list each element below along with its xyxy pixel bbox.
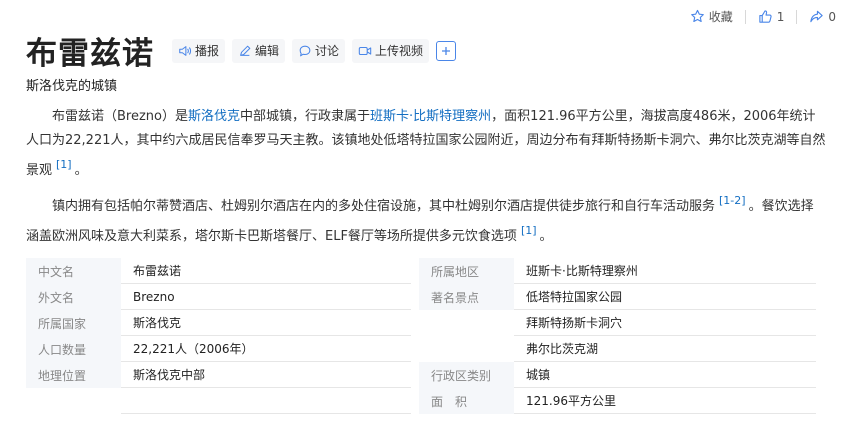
summary-paragraph-1: 布雷兹诺（Brezno）是斯洛伐克中部城镇，行政隶属于班斯卡·比斯特理察州，面积… <box>26 105 826 183</box>
info-row: 地理位置 斯洛伐克中部 行政区类别 城镇 <box>26 362 816 388</box>
info-value: 拜斯特扬斯卡洞穴 <box>514 310 816 336</box>
info-value: 斯洛伐克 <box>121 310 411 336</box>
info-value-empty <box>121 388 411 414</box>
info-label: 地理位置 <box>26 362 121 388</box>
video-camera-icon <box>358 46 372 55</box>
info-label <box>419 310 514 336</box>
paragraph-text: 中部城镇，行政隶属于 <box>240 109 371 124</box>
reference-link[interactable]: [1] <box>521 224 537 237</box>
info-value: 布雷兹诺 <box>121 258 411 284</box>
info-label: 面 积 <box>419 388 514 414</box>
info-label-empty <box>26 388 121 414</box>
basic-info-table: 中文名 布雷兹诺 所属地区 班斯卡·比斯特理察州 外文名 Brezno 著名景点… <box>26 258 816 414</box>
info-value: 121.96平方公里 <box>514 388 816 414</box>
summary-paragraph-2: 镇内拥有包括帕尔蒂赞酒店、杜姆别尔酒店在内的多处住宿设施，其中杜姆别尔酒店提供徒… <box>26 189 826 249</box>
like-count: 1 <box>776 9 785 24</box>
info-label <box>419 336 514 362</box>
collect-label: 收藏 <box>708 10 733 24</box>
like-button[interactable]: 1 <box>758 9 785 24</box>
upload-video-label: 上传视频 <box>375 44 424 58</box>
info-value: Brezno <box>121 284 411 310</box>
slovakia-link[interactable]: 斯洛伐克 <box>188 109 240 124</box>
info-value: 城镇 <box>514 362 816 388</box>
reference-link[interactable]: [1-2] <box>719 194 746 207</box>
pencil-icon <box>240 45 251 56</box>
add-button[interactable] <box>436 40 457 61</box>
page-subtitle: 斯洛伐克的城镇 <box>26 79 118 94</box>
info-row: 所属国家 斯洛伐克 拜斯特扬斯卡洞穴 <box>26 310 816 336</box>
info-value: 22,221人（2006年） <box>121 336 411 362</box>
info-row: 外文名 Brezno 著名景点 低塔特拉国家公园 <box>26 284 816 310</box>
info-label: 著名景点 <box>419 284 514 310</box>
speaker-icon <box>179 45 192 56</box>
info-row: 中文名 布雷兹诺 所属地区 班斯卡·比斯特理察州 <box>26 258 816 284</box>
edit-label: 编辑 <box>255 44 280 58</box>
upload-video-button[interactable]: 上传视频 <box>352 38 430 63</box>
share-count: 0 <box>828 9 836 24</box>
info-label: 人口数量 <box>26 336 121 362</box>
info-value: 班斯卡·比斯特理察州 <box>514 258 816 284</box>
paragraph-text: 。 <box>74 163 88 178</box>
share-icon <box>810 10 824 23</box>
discuss-label: 讨论 <box>315 44 340 58</box>
star-icon <box>690 9 704 23</box>
plus-icon <box>442 46 451 55</box>
info-label: 所属国家 <box>26 310 121 336</box>
info-label: 外文名 <box>26 284 121 310</box>
info-label: 中文名 <box>26 258 121 284</box>
collect-button[interactable]: 收藏 <box>690 8 733 25</box>
paragraph-text: 布雷兹诺（Brezno）是 <box>52 109 188 124</box>
share-button[interactable]: 0 <box>809 9 836 24</box>
info-value: 弗尔比茨克湖 <box>514 336 816 362</box>
broadcast-label: 播报 <box>195 44 220 58</box>
info-value: 斯洛伐克中部 <box>121 362 411 388</box>
discuss-button[interactable]: 讨论 <box>292 38 346 63</box>
paragraph-text: 镇内拥有包括帕尔蒂赞酒店、杜姆别尔酒店在内的多处住宿设施，其中杜姆别尔酒店提供徒… <box>52 199 716 214</box>
reference-link[interactable]: [1] <box>56 158 72 171</box>
info-label: 所属地区 <box>419 258 514 284</box>
broadcast-button[interactable]: 播报 <box>172 38 226 63</box>
page-actions: 收藏 1 0 <box>690 8 836 25</box>
info-row: 面 积 121.96平方公里 <box>26 388 816 414</box>
info-row: 人口数量 22,221人（2006年） 弗尔比茨克湖 <box>26 336 816 362</box>
page-title: 布雷兹诺 <box>26 36 154 72</box>
divider <box>796 9 798 24</box>
thumbs-up-icon <box>759 10 772 23</box>
chat-bubble-icon <box>299 45 311 56</box>
paragraph-text: 。 <box>539 229 553 244</box>
entry-toolbar: 播报 编辑 讨论 上传视频 <box>172 38 457 63</box>
title-row: 布雷兹诺 播报 编辑 讨论 上传视频 <box>26 28 457 73</box>
banska-bystrica-region-link[interactable]: 班斯卡·比斯特理察州 <box>370 109 491 124</box>
divider <box>744 9 746 24</box>
info-label: 行政区类别 <box>419 362 514 388</box>
info-value: 低塔特拉国家公园 <box>514 284 816 310</box>
edit-button[interactable]: 编辑 <box>232 38 286 63</box>
